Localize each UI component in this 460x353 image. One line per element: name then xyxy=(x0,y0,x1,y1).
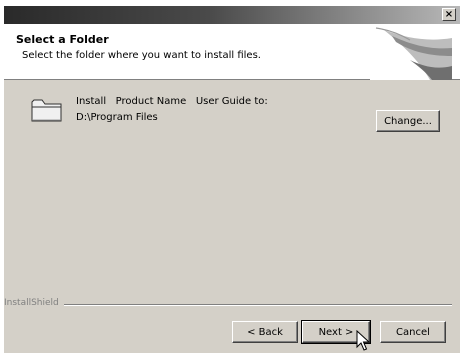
back-button[interactable]: < Back xyxy=(232,321,298,343)
change-button[interactable]: Change... xyxy=(376,110,440,132)
mouse-pointer-icon xyxy=(356,330,370,351)
title-bar[interactable]: × xyxy=(4,6,460,24)
folder-icon xyxy=(31,99,62,122)
page-subtitle: Select the folder where you want to inst… xyxy=(22,50,261,61)
installshield-swoosh-graphic xyxy=(370,26,452,80)
close-button[interactable]: × xyxy=(442,8,456,21)
footer-divider xyxy=(64,304,452,306)
close-icon[interactable]: × xyxy=(445,9,453,20)
install-destination-label: Install Product Name User Guide to: xyxy=(76,96,268,107)
page-title: Select a Folder xyxy=(16,33,109,46)
dialog-header: Select a Folder Select the folder where … xyxy=(4,24,460,80)
installer-dialog: × Select a Folder Select the folder wher… xyxy=(4,6,460,353)
installshield-brand-label: InstallShield xyxy=(4,298,59,308)
cancel-button[interactable]: Cancel xyxy=(380,321,446,343)
install-path-value: D:\Program Files xyxy=(76,112,158,123)
